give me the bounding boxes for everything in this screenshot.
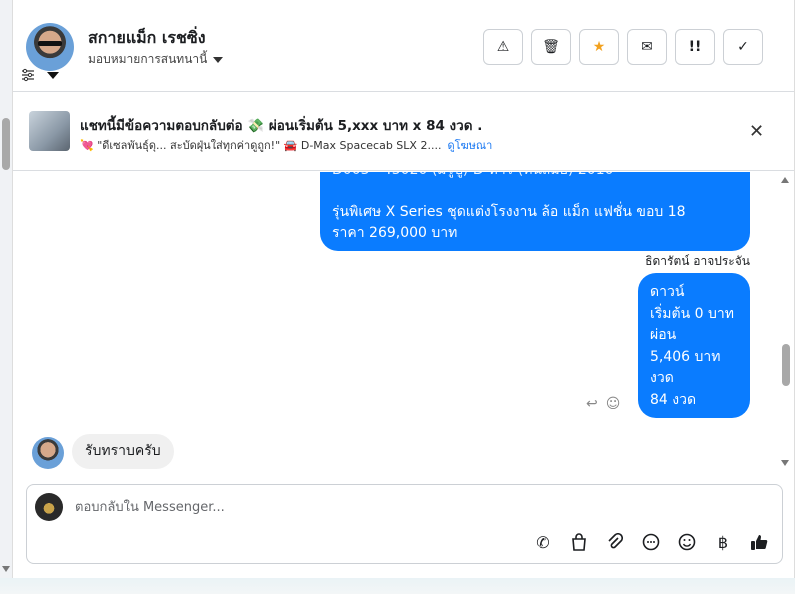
ad-subtitle: 💘 "ดีเซลพันธุ์ดุ... สะบัดฝุ่นใส่ทุกค่าดู…	[80, 136, 492, 154]
spam-button[interactable]: ⚠	[483, 29, 523, 65]
contact-avatar-small	[32, 437, 64, 469]
message-line: ผ่อน	[650, 327, 677, 343]
ad-banner: แชทนี้มีข้อความตอบกลับต่อ 💸 ผ่อนเริ่มต้น…	[13, 93, 794, 171]
reply-input[interactable]	[75, 496, 675, 518]
ad-subtitle-text: 💘 "ดีเซลพันธุ์ดุ... สะบัดฝุ่นใส่ทุกค่าดู…	[80, 139, 442, 152]
bag-icon[interactable]	[568, 531, 590, 553]
thread-scrollbar[interactable]	[778, 172, 792, 472]
message-thread: D003 · 45020 (มีรูปู) D-หาร (ทันสมัย) 20…	[13, 172, 794, 472]
sender-name: ธิดารัตน์ อาจประจัน	[645, 254, 750, 268]
left-scrollbar[interactable]	[0, 0, 12, 594]
star-button[interactable]: ★	[579, 29, 619, 65]
react-emoji-icon[interactable]: ☺	[606, 396, 621, 412]
mark-unread-button[interactable]: ✉	[627, 29, 667, 65]
mark-done-button[interactable]: ✓	[723, 29, 763, 65]
baht-icon[interactable]: ฿	[712, 531, 734, 553]
scroll-down-arrow[interactable]	[2, 566, 10, 572]
message-line: งวด	[650, 370, 674, 386]
message-line: 84 งวด	[650, 391, 697, 408]
message-line: D003 · 45020 (มีรูปู) D-หาร (ทันสมัย) 20…	[332, 172, 738, 181]
filter-sliders-icon[interactable]	[21, 68, 35, 86]
delete-button[interactable]: 🗑	[531, 29, 571, 65]
outgoing-message[interactable]: D003 · 45020 (มีรูปู) D-หาร (ทันสมัย) 20…	[320, 172, 750, 251]
page-avatar	[35, 493, 63, 521]
paperclip-icon[interactable]	[604, 531, 626, 553]
follow-up-icon: !!	[688, 39, 702, 55]
left-scrollbar-thumb[interactable]	[2, 118, 10, 170]
message-line: ราคา 269,000 บาท	[332, 225, 458, 241]
bottom-strip	[0, 578, 795, 594]
caret-down-icon	[213, 56, 224, 63]
view-ad-link[interactable]: ดูโฆษณา	[447, 139, 492, 152]
warning-icon: ⚠	[496, 39, 510, 55]
emoji-icon[interactable]	[676, 531, 698, 553]
outgoing-message[interactable]: ดาวน์ เริ่มต้น 0 บาท ผ่อน 5,406 บาท งวด …	[638, 273, 750, 418]
message-line: ดาวน์	[650, 284, 685, 300]
contact-avatar[interactable]	[26, 23, 74, 71]
ad-thumbnail[interactable]	[29, 111, 70, 151]
incoming-message[interactable]: รับทราบครับ	[72, 434, 174, 469]
message-line: เริ่มต้น 0 บาท	[650, 305, 734, 322]
follow-up-button[interactable]: !!	[675, 29, 715, 65]
check-icon: ✓	[737, 39, 749, 55]
contact-name[interactable]: สกายแม็ก เรชซิ่ง	[88, 26, 206, 51]
message-line: รุ่นพิเศษ X Series ชุดแต่งโรงงาน ล้อ แม็…	[332, 204, 686, 220]
thumbs-up-icon[interactable]	[748, 531, 770, 553]
header-actions: ⚠ 🗑 ★ ✉ !! ✓	[483, 29, 763, 65]
scroll-down-arrow[interactable]	[781, 460, 789, 466]
close-icon[interactable]: ✕	[749, 121, 764, 142]
conversation-header: สกายแม็ก เรชซิ่ง มอบหมายการสนทนานี้ ⚠ 🗑 …	[13, 0, 794, 92]
reply-composer: ✆ ฿	[26, 484, 783, 564]
conversation-panel: สกายแม็ก เรชซิ่ง มอบหมายการสนทนานี้ ⚠ 🗑 …	[12, 0, 795, 578]
composer-tools: ✆ ฿	[532, 531, 770, 553]
ad-title: แชทนี้มีข้อความตอบกลับต่อ 💸 ผ่อนเริ่มต้น…	[80, 118, 483, 134]
thread-scrollbar-thumb[interactable]	[782, 344, 790, 386]
chevron-down-icon[interactable]	[47, 72, 59, 79]
assign-conversation-dropdown[interactable]: มอบหมายการสนทนานี้	[88, 50, 224, 69]
message-actions: ↩ ☺	[586, 396, 620, 412]
phone-icon[interactable]: ✆	[532, 531, 554, 553]
chat-bubble-icon[interactable]	[640, 531, 662, 553]
assign-label: มอบหมายการสนทนานี้	[88, 52, 208, 66]
message-line: 5,406 บาท	[650, 348, 721, 365]
scroll-up-arrow[interactable]	[781, 177, 789, 183]
reply-icon[interactable]: ↩	[586, 396, 598, 412]
trash-icon: 🗑	[542, 39, 560, 55]
envelope-icon: ✉	[641, 39, 653, 55]
star-icon: ★	[592, 39, 606, 55]
